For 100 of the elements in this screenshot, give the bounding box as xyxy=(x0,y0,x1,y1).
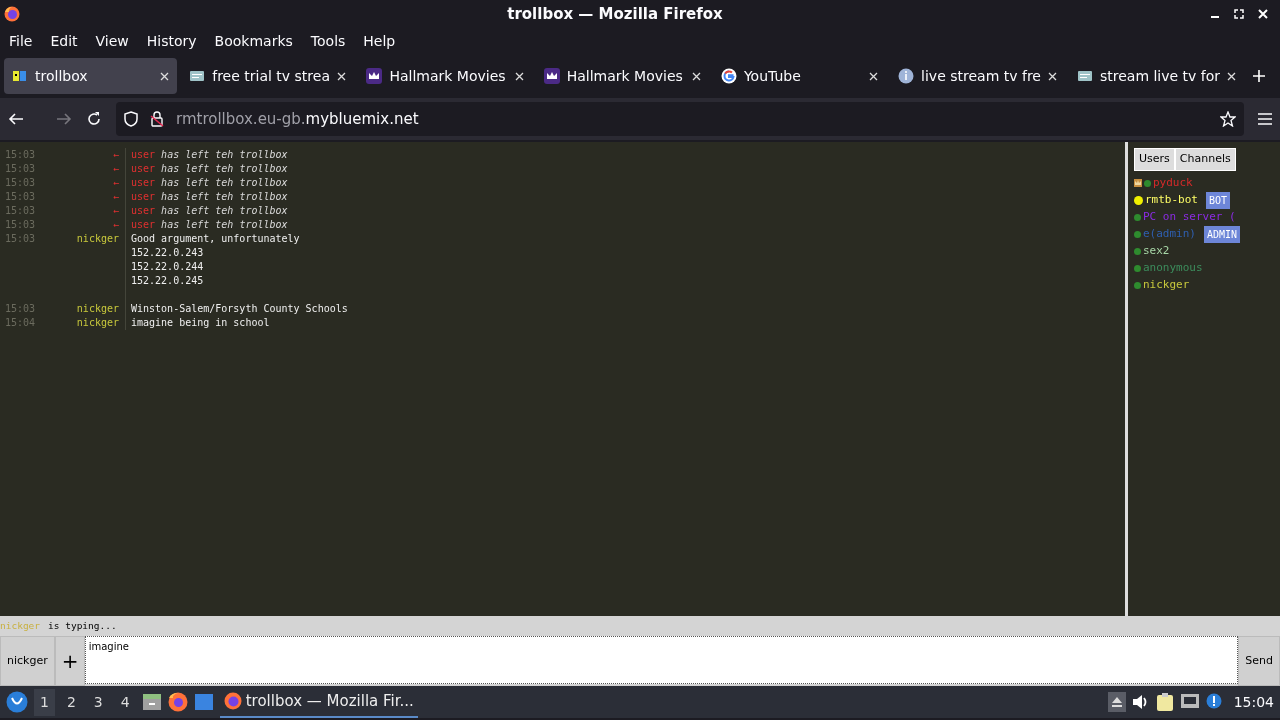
close-icon[interactable] xyxy=(160,71,170,81)
firefox-icon xyxy=(223,692,242,710)
window-icon[interactable] xyxy=(193,693,214,711)
google-icon xyxy=(720,68,737,84)
leave-message: has left teh trollbox xyxy=(160,163,288,174)
message-text: 152.22.0.244 xyxy=(130,260,204,274)
role-tag: ADMIN xyxy=(1204,225,1241,243)
browser-tab[interactable]: trollbox xyxy=(4,58,178,94)
plus-icon[interactable] xyxy=(1252,69,1267,83)
star-icon[interactable] xyxy=(1220,111,1236,127)
menu-icon[interactable] xyxy=(1258,113,1272,125)
user-name[interactable]: nickger xyxy=(1143,276,1190,294)
status-dot xyxy=(1134,213,1141,221)
workspace-button[interactable]: 3 xyxy=(87,688,109,716)
browser-tab[interactable]: live stream tv fre xyxy=(890,58,1065,94)
clipboard-icon[interactable] xyxy=(1155,692,1174,712)
close-icon[interactable] xyxy=(691,71,701,81)
message-input[interactable]: imagine xyxy=(84,636,1239,684)
maximize-icon[interactable] xyxy=(1234,9,1244,19)
firefox-icon xyxy=(4,6,20,22)
status-dot xyxy=(1144,179,1151,187)
leave-message: has left teh trollbox xyxy=(160,219,288,230)
notification-icon[interactable] xyxy=(1205,693,1224,711)
username: user xyxy=(131,163,156,174)
forward-icon[interactable] xyxy=(56,111,72,127)
workspace-button[interactable]: 2 xyxy=(60,688,82,716)
message-text: Good argument, unfortunately xyxy=(130,232,300,246)
start-menu-icon[interactable] xyxy=(6,691,28,713)
message-time: 15:03 xyxy=(5,302,37,316)
user-name[interactable]: anonymous xyxy=(1143,259,1203,277)
role-tag: BOT xyxy=(1206,191,1231,209)
nick-button[interactable]: nickger xyxy=(0,636,55,686)
browser-tab[interactable]: free trial tv strea xyxy=(181,58,355,94)
message-text: 152.22.0.243 xyxy=(130,246,204,260)
menu-item[interactable]: Help xyxy=(358,30,401,52)
shield-icon[interactable] xyxy=(124,111,138,127)
leave-message: has left teh trollbox xyxy=(160,177,288,188)
logo-icon xyxy=(12,68,28,84)
back-icon[interactable] xyxy=(8,111,24,127)
message-nick: nickger xyxy=(45,232,126,246)
file-cabinet-icon[interactable] xyxy=(141,693,162,711)
message-time: 15:03 xyxy=(5,190,37,204)
reload-icon[interactable] xyxy=(86,111,102,127)
message-nick: nickger xyxy=(45,316,126,330)
page-icon xyxy=(189,68,206,84)
message-text: 152.22.0.245 xyxy=(130,274,204,288)
send-button[interactable]: Send xyxy=(1238,636,1280,686)
user-name[interactable]: rmtb-bot xyxy=(1145,191,1198,209)
workspace-button[interactable]: 1 xyxy=(34,688,55,716)
message-time: 15:03 xyxy=(5,218,37,232)
info-icon xyxy=(898,68,915,84)
username: user xyxy=(131,177,156,188)
address-bar[interactable]: rmtrollbox.eu-gb.mybluemix.net xyxy=(116,102,1244,136)
menu-item[interactable]: View xyxy=(90,30,134,52)
status-dot xyxy=(1134,195,1143,205)
menu-item[interactable]: Edit xyxy=(45,30,83,52)
typing-nick: nickger xyxy=(0,619,41,633)
close-icon[interactable] xyxy=(337,71,347,81)
username: user xyxy=(131,191,156,202)
status-dot xyxy=(1134,230,1141,238)
menu-item[interactable]: File xyxy=(4,30,38,52)
menu-item[interactable]: History xyxy=(141,30,202,52)
url-text: rmtrollbox.eu-gb.mybluemix.net xyxy=(176,108,419,130)
browser-tab[interactable]: Hallmark Movies xyxy=(358,58,532,94)
network-icon[interactable] xyxy=(1179,693,1200,711)
close-icon[interactable] xyxy=(1227,71,1237,81)
username: user xyxy=(131,205,156,216)
eject-icon[interactable] xyxy=(1107,692,1126,712)
message-time: 15:04 xyxy=(5,316,37,330)
user-name[interactable]: sex2 xyxy=(1143,242,1170,260)
message-nick: nickger xyxy=(45,302,126,316)
page-icon xyxy=(1076,68,1093,84)
status-dot xyxy=(1134,247,1141,255)
sidebar-tab[interactable]: Channels xyxy=(1174,148,1236,171)
workspace-button[interactable]: 4 xyxy=(114,688,136,716)
message-time: 15:03 xyxy=(5,232,37,246)
close-icon[interactable] xyxy=(1047,71,1057,81)
clock: 15:04 xyxy=(1233,692,1274,712)
leave-message: has left teh trollbox xyxy=(160,191,288,202)
status-dot xyxy=(1134,264,1141,272)
close-icon[interactable] xyxy=(869,71,879,81)
window-title: trollbox — Mozilla Firefox xyxy=(506,3,724,25)
typing-status: is typing... xyxy=(48,619,117,633)
crown-icon xyxy=(366,68,383,84)
insecure-lock-icon[interactable] xyxy=(150,111,164,127)
close-icon[interactable] xyxy=(514,71,524,81)
browser-tab[interactable]: stream live tv for xyxy=(1068,58,1245,94)
browser-tab[interactable]: YouTube xyxy=(712,58,887,94)
add-button[interactable]: + xyxy=(54,636,85,686)
crown-icon xyxy=(1134,179,1142,187)
taskbar-window-button[interactable]: trollbox — Mozilla Fir... xyxy=(219,686,418,718)
status-dot xyxy=(1134,281,1141,289)
firefox-icon[interactable] xyxy=(167,692,188,712)
message-text: imagine being in school xyxy=(130,316,270,330)
username: user xyxy=(131,219,156,230)
browser-tab[interactable]: Hallmark Movies xyxy=(535,58,709,94)
menu-item[interactable]: Tools xyxy=(305,30,351,52)
sidebar-tab[interactable]: Users xyxy=(1134,148,1175,171)
leave-message: has left teh trollbox xyxy=(160,149,288,160)
menu-item[interactable]: Bookmarks xyxy=(209,30,298,52)
